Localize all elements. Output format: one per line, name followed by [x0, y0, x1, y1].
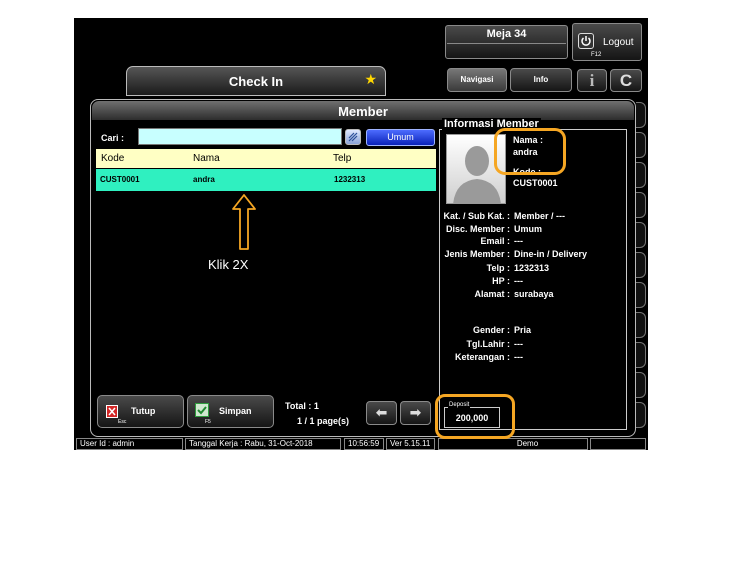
table-header: Kode Nama Telp	[96, 149, 436, 168]
field-value: ---	[514, 236, 523, 246]
right-arrow-icon: ➡	[409, 405, 422, 421]
search-input[interactable]	[138, 128, 342, 145]
table-number-label: Meja 34	[486, 28, 527, 40]
field-value: surabaya	[514, 289, 554, 299]
highlight-name-box	[494, 128, 566, 175]
status-mode-label: Demo	[516, 439, 539, 448]
clear-icon: C	[619, 71, 633, 90]
code-value: CUST0001	[513, 178, 558, 188]
field-label: Gender :	[472, 325, 510, 335]
search-label: Cari :	[101, 133, 125, 143]
search-icon[interactable]	[345, 129, 361, 145]
side-tab[interactable]	[636, 222, 646, 248]
pos-screen: Meja 34 Logout F12 Navigasi Info i C Che…	[74, 18, 648, 450]
category-label: Umum	[387, 132, 414, 142]
column-header-telp: Telp	[333, 153, 352, 164]
prev-page-button[interactable]: ⬅	[366, 401, 397, 425]
logout-key: F12	[591, 52, 602, 58]
field-label: Jenis Member :	[444, 249, 510, 259]
close-button[interactable]: Tutup Esc	[97, 395, 184, 428]
close-icon	[106, 405, 118, 418]
field-value: Pria	[514, 325, 532, 335]
category-button[interactable]: Umum	[366, 129, 435, 146]
field-label: Alamat :	[474, 289, 510, 299]
checkin-tab[interactable]: Check In ★	[126, 66, 386, 96]
save-icon	[195, 403, 209, 417]
logout-button[interactable]: Logout F12	[572, 23, 642, 61]
highlight-deposit-box	[435, 394, 515, 439]
field-label: Telp :	[486, 263, 510, 273]
cell-kode: CUST0001	[100, 175, 140, 184]
info-button[interactable]: Info	[510, 68, 572, 92]
side-tab[interactable]	[636, 252, 646, 278]
side-tab[interactable]	[636, 102, 646, 128]
next-page-button[interactable]: ➡	[400, 401, 431, 425]
field-value: ---	[514, 352, 523, 362]
nav-label: Navigasi	[460, 75, 494, 84]
info-icon-button[interactable]: i	[577, 69, 607, 92]
column-header-kode: Kode	[101, 153, 125, 164]
field-value: ---	[514, 339, 523, 349]
total-text: Total : 1	[285, 401, 319, 411]
save-label: Simpan	[219, 406, 252, 416]
field-label: Kat. / Sub Kat. :	[443, 211, 510, 221]
status-user: User Id : admin	[76, 438, 183, 450]
field-label: Disc. Member :	[445, 224, 510, 234]
save-button[interactable]: Simpan F5	[187, 395, 274, 428]
field-value: Member / ---	[514, 211, 566, 221]
column-header-nama: Nama	[193, 153, 220, 164]
up-arrow-icon	[232, 194, 256, 250]
field-value: ---	[514, 276, 523, 286]
field-label: Email :	[480, 236, 510, 246]
nav-button[interactable]: Navigasi	[447, 68, 507, 92]
cell-nama: andra	[193, 175, 215, 184]
side-tab[interactable]	[636, 342, 646, 368]
side-tab[interactable]	[636, 282, 646, 308]
power-icon	[578, 33, 594, 49]
table-number-box: Meja 34	[445, 25, 568, 59]
table-divider	[447, 43, 566, 44]
field-value: Umum	[514, 224, 543, 234]
save-key: F5	[205, 419, 211, 425]
left-arrow-icon: ⬅	[375, 405, 388, 421]
status-mode: Demo	[438, 438, 588, 450]
close-key: Esc	[118, 419, 127, 425]
field-label: Tgl.Lahir :	[466, 339, 511, 349]
clear-button[interactable]: C	[610, 69, 642, 92]
status-time: 10:56:59	[344, 438, 384, 450]
side-tab[interactable]	[636, 162, 646, 188]
page-text: 1 / 1 page(s)	[297, 416, 350, 426]
annotation-instruction: Klik 2X	[208, 257, 249, 272]
table-row[interactable]: CUST0001 andra 1232313	[96, 169, 436, 191]
status-empty	[590, 438, 646, 450]
status-version: Ver 5.15.11	[386, 438, 435, 450]
info-icon: i	[589, 71, 595, 90]
close-label: Tutup	[131, 406, 156, 416]
member-header-bar: Member	[92, 101, 634, 120]
member-title: Member	[338, 104, 388, 119]
side-tab[interactable]	[636, 312, 646, 338]
side-tab[interactable]	[636, 192, 646, 218]
status-work-date: Tanggal Kerja : Rabu, 31-Oct-2018	[185, 438, 341, 450]
field-value: 1232313	[514, 263, 550, 273]
field-label: Keterangan :	[454, 352, 510, 362]
checkin-label: Check In	[228, 74, 284, 89]
field-label: HP :	[492, 276, 510, 286]
logout-label: Logout	[603, 37, 634, 48]
side-tab[interactable]	[636, 402, 646, 428]
info-label: Info	[533, 75, 549, 84]
field-value: Dine-in / Delivery	[514, 249, 588, 259]
star-icon: ★	[364, 72, 377, 88]
cell-telp: 1232313	[334, 175, 366, 184]
side-tab[interactable]	[636, 132, 646, 158]
side-tab[interactable]	[636, 372, 646, 398]
